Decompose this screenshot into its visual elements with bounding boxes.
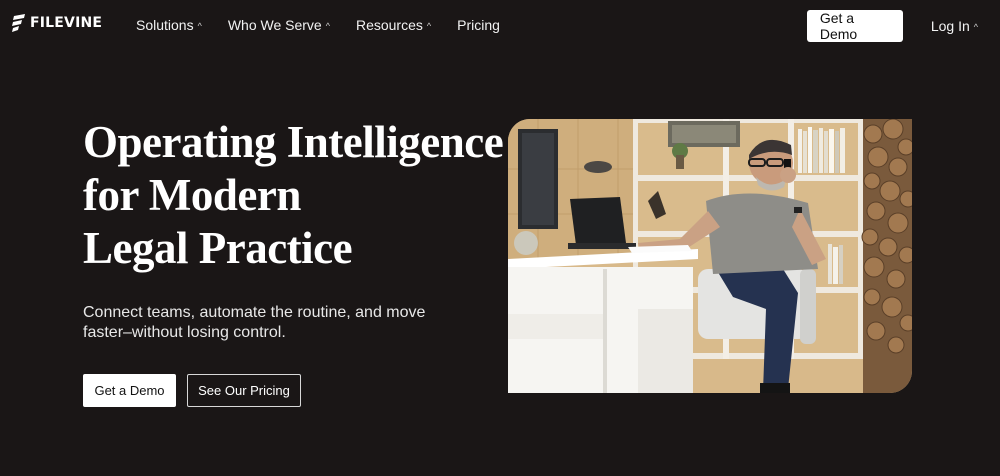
chevron-up-icon: ^ xyxy=(325,21,330,31)
hero-subtitle: Connect teams, automate the routine, and… xyxy=(83,303,463,343)
hero-title-line-2: for Modern xyxy=(83,170,301,220)
login-label: Log In xyxy=(930,18,970,34)
hero-photo xyxy=(508,119,912,393)
hero-cta-row: Get a Demo See Our Pricing xyxy=(83,374,301,407)
nav-item-pricing[interactable]: Pricing xyxy=(457,17,500,33)
hero-subtitle-line-1: Connect teams, automate the routine, and… xyxy=(83,304,426,321)
nav-item-label: Resources xyxy=(355,17,423,33)
filevine-logo[interactable]: FILEVINE xyxy=(12,14,102,32)
nav-item-label: Solutions xyxy=(136,17,194,33)
nav-item-label: Who We Serve xyxy=(227,17,322,33)
chevron-up-icon: ^ xyxy=(197,21,202,31)
hero-title-line-1: Operating Intelligence xyxy=(83,117,504,167)
chevron-up-icon: ^ xyxy=(973,22,978,32)
nav-links: Solutions ^ Who We Serve ^ Resources ^ P… xyxy=(136,17,526,33)
nav-item-resources[interactable]: Resources ^ xyxy=(356,17,431,33)
filevine-logo-icon xyxy=(12,14,25,32)
login-link[interactable]: Log In ^ xyxy=(931,18,978,34)
nav-item-label: Pricing xyxy=(457,17,500,33)
nav-actions: Get a Demo Log In ^ xyxy=(806,10,978,42)
hero-title-line-3: Legal Practice xyxy=(83,223,353,273)
top-nav: FILEVINE Solutions ^ Who We Serve ^ Reso… xyxy=(0,0,1000,50)
nav-item-solutions[interactable]: Solutions ^ xyxy=(136,17,202,33)
see-pricing-button[interactable]: See Our Pricing xyxy=(187,374,301,407)
hero-title: Operating Intelligence for Modern Legal … xyxy=(83,116,504,275)
hero-subtitle-line-2: faster–without losing control. xyxy=(83,324,286,341)
office-scene-image xyxy=(508,119,912,393)
nav-get-demo-button[interactable]: Get a Demo xyxy=(806,10,903,42)
hero-get-demo-button[interactable]: Get a Demo xyxy=(83,374,176,407)
chevron-up-icon: ^ xyxy=(426,21,432,31)
logo-text: FILEVINE xyxy=(30,15,103,31)
nav-item-who-we-serve[interactable]: Who We Serve ^ xyxy=(228,17,330,33)
